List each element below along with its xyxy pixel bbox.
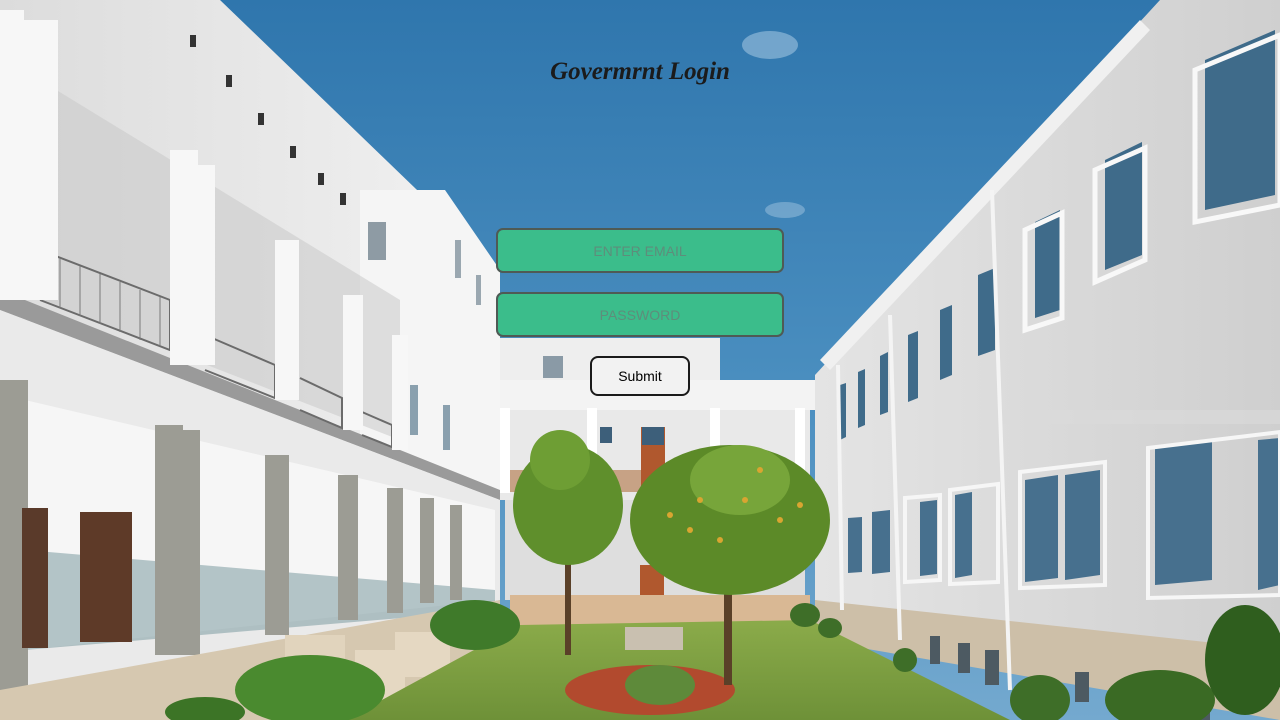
email-field[interactable] <box>496 228 784 273</box>
password-field[interactable] <box>496 292 784 337</box>
submit-button[interactable]: Submit <box>590 356 690 396</box>
page-title: Govermrnt Login <box>550 58 730 85</box>
